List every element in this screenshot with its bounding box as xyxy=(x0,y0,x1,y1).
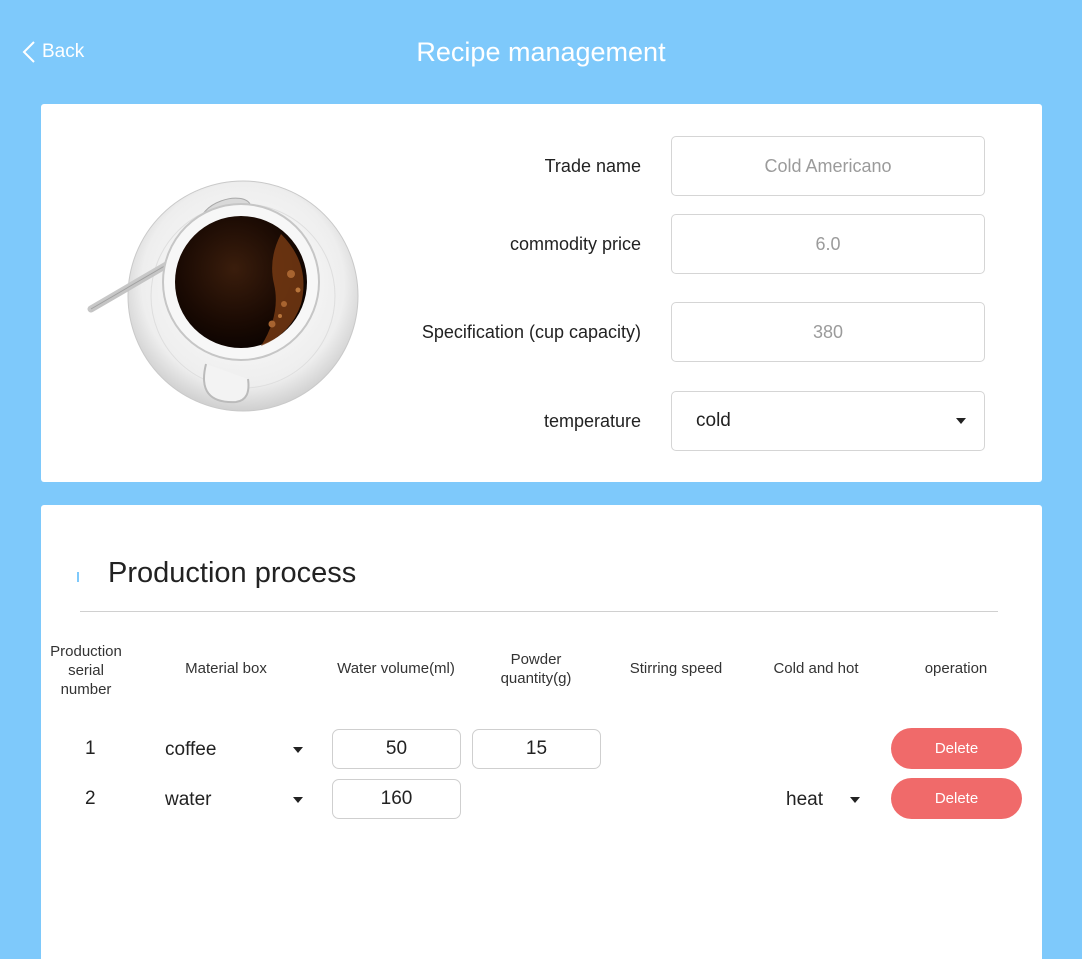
row-2-cold-hot-select[interactable]: heat xyxy=(786,785,860,815)
column-header-material: Material box xyxy=(185,659,267,677)
row-1-water-input[interactable]: 50 xyxy=(332,729,461,769)
row-1-delete-button[interactable]: Delete xyxy=(891,728,1022,769)
price-row: commodity price 6.0 xyxy=(41,214,1042,274)
trade-name-row: Trade name Cold Americano xyxy=(41,136,1042,196)
product-info-card: Trade name Cold Americano commodity pric… xyxy=(41,104,1042,482)
row-2-material-select[interactable]: water xyxy=(165,785,303,815)
section-marker xyxy=(77,572,79,582)
trade-name-field[interactable]: Cold Americano xyxy=(671,136,985,196)
column-header-cold-hot: Cold and hot xyxy=(773,659,859,677)
row-1-powder-input[interactable]: 15 xyxy=(472,729,601,769)
caret-down-icon xyxy=(850,797,860,803)
temperature-value: cold xyxy=(696,410,731,431)
row-1-material-value: coffee xyxy=(165,739,217,760)
production-process-card: Production process Production serial num… xyxy=(41,505,1042,959)
spec-label: Specification (cup capacity) xyxy=(421,322,641,342)
row-2-delete-button[interactable]: Delete xyxy=(891,778,1022,819)
page-title: Recipe management xyxy=(416,37,666,67)
temperature-label: temperature xyxy=(543,411,641,431)
column-header-serial: Production serial number xyxy=(50,642,122,698)
divider xyxy=(80,611,998,612)
row-2-material-value: water xyxy=(165,789,212,810)
coffee-cup-image xyxy=(86,164,376,424)
caret-down-icon xyxy=(956,418,966,424)
section-title: Production process xyxy=(108,557,357,589)
column-header-water: Water volume(ml) xyxy=(337,659,455,677)
column-header-stirring: Stirring speed xyxy=(629,659,723,677)
trade-name-label: Trade name xyxy=(544,156,641,176)
caret-down-icon xyxy=(293,797,303,803)
spec-field[interactable]: 380 xyxy=(671,302,985,362)
row-1-material-select[interactable]: coffee xyxy=(165,735,303,765)
recipe-management-page: Back Recipe management Trade name Cold A… xyxy=(0,0,1082,959)
row-2-cold-hot-value: heat xyxy=(786,789,823,810)
spec-row: Specification (cup capacity) 380 xyxy=(41,302,1042,362)
row-1-serial: 1 xyxy=(85,738,96,759)
column-header-operation: operation xyxy=(924,659,988,677)
temperature-row: temperature cold xyxy=(41,391,1042,451)
row-2-serial: 2 xyxy=(85,788,96,809)
temperature-select[interactable]: cold xyxy=(671,391,985,451)
caret-down-icon xyxy=(293,747,303,753)
price-label: commodity price xyxy=(509,234,641,254)
row-2-water-input[interactable]: 160 xyxy=(332,779,461,819)
price-field[interactable]: 6.0 xyxy=(671,214,985,274)
column-header-powder: Powder quantity(g) xyxy=(500,651,572,687)
